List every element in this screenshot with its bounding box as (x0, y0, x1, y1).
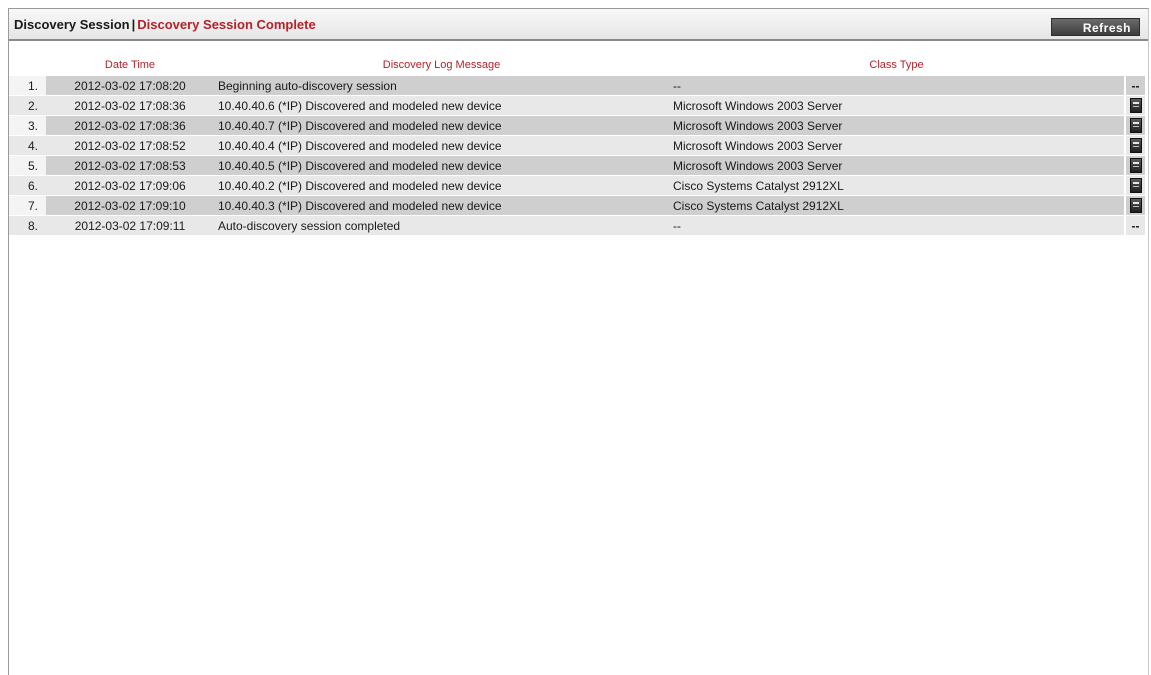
discovery-session-panel: Discovery Session | Discovery Session Comp… (8, 8, 1149, 675)
action-cell: -- (1126, 216, 1145, 235)
table-row: 1. 2012-03-02 17:08:20 Beginning auto-disc… (9, 76, 1148, 96)
page-title: Discovery Session | Discovery Session Comp… (14, 17, 316, 32)
device-properties-icon[interactable] (1129, 118, 1142, 133)
date-time-cell: 2012-03-02 17:08:52 (46, 136, 214, 155)
row-number: 4. (9, 136, 46, 155)
row-number: 3. (9, 116, 46, 135)
table-row: 2. 2012-03-02 17:08:36 10.40.40.6 (*IP) Di… (9, 96, 1148, 116)
action-cell (1126, 156, 1145, 175)
action-cell: -- (1126, 76, 1145, 95)
action-cell (1126, 196, 1145, 215)
class-type-cell: Microsoft Windows 2003 Server (669, 116, 1124, 135)
panel-header: Discovery Session | Discovery Session Comp… (9, 9, 1148, 41)
table-header: Date Time Discovery Log Message Class Ty… (9, 59, 1148, 73)
column-header-message[interactable]: Discovery Log Message (214, 59, 669, 71)
action-placeholder: -- (1131, 219, 1140, 233)
row-number: 8. (9, 216, 46, 235)
date-time-cell: 2012-03-02 17:08:20 (46, 76, 214, 95)
row-number: 5. (9, 156, 46, 175)
table-row: 6. 2012-03-02 17:09:06 10.40.40.2 (*IP) Di… (9, 176, 1148, 196)
session-status: Discovery Session Complete (137, 17, 316, 32)
date-time-cell: 2012-03-02 17:09:10 (46, 196, 214, 215)
class-type-cell: -- (669, 216, 1124, 235)
action-placeholder: -- (1131, 79, 1140, 93)
log-message-cell: 10.40.40.7 (*IP) Discovered and modeled … (214, 116, 669, 135)
class-type-cell: Cisco Systems Catalyst 2912XL (669, 176, 1124, 195)
action-cell (1126, 176, 1145, 195)
action-cell (1126, 136, 1145, 155)
log-message-cell: 10.40.40.6 (*IP) Discovered and modeled … (214, 96, 669, 115)
row-number: 6. (9, 176, 46, 195)
table-row: 7. 2012-03-02 17:09:10 10.40.40.3 (*IP) Di… (9, 196, 1148, 216)
device-properties-icon[interactable] (1129, 98, 1142, 113)
row-number: 1. (9, 76, 46, 95)
log-message-cell: 10.40.40.4 (*IP) Discovered and modeled … (214, 136, 669, 155)
log-message-cell: 10.40.40.5 (*IP) Discovered and modeled … (214, 156, 669, 175)
log-message-cell: Beginning auto-discovery session (214, 76, 669, 95)
log-message-cell: Auto-discovery session completed (214, 216, 669, 235)
class-type-cell: Microsoft Windows 2003 Server (669, 96, 1124, 115)
action-cell (1126, 96, 1145, 115)
table-row: 5. 2012-03-02 17:08:53 10.40.40.5 (*IP) Di… (9, 156, 1148, 176)
class-type-cell: Cisco Systems Catalyst 2912XL (669, 196, 1124, 215)
title-text: Discovery Session (14, 17, 130, 32)
class-type-cell: Microsoft Windows 2003 Server (669, 156, 1124, 175)
device-properties-icon[interactable] (1129, 138, 1142, 153)
log-message-cell: 10.40.40.2 (*IP) Discovered and modeled … (214, 176, 669, 195)
log-message-cell: 10.40.40.3 (*IP) Discovered and modeled … (214, 196, 669, 215)
action-cell (1126, 116, 1145, 135)
column-header-class-type[interactable]: Class Type (669, 59, 1124, 71)
row-number: 2. (9, 96, 46, 115)
refresh-button[interactable]: Refresh (1051, 18, 1140, 36)
device-properties-icon[interactable] (1129, 158, 1142, 173)
device-properties-icon[interactable] (1129, 198, 1142, 213)
date-time-cell: 2012-03-02 17:09:11 (46, 216, 214, 235)
column-header-date-time[interactable]: Date Time (46, 59, 214, 71)
table-row: 8. 2012-03-02 17:09:11 Auto-discovery sess… (9, 216, 1148, 236)
date-time-cell: 2012-03-02 17:09:06 (46, 176, 214, 195)
discovery-log-table: 1. 2012-03-02 17:08:20 Beginning auto-disc… (9, 76, 1148, 236)
date-time-cell: 2012-03-02 17:08:53 (46, 156, 214, 175)
table-row: 3. 2012-03-02 17:08:36 10.40.40.7 (*IP) Di… (9, 116, 1148, 136)
date-time-cell: 2012-03-02 17:08:36 (46, 96, 214, 115)
device-properties-icon[interactable] (1129, 178, 1142, 193)
table-row: 4. 2012-03-02 17:08:52 10.40.40.4 (*IP) Di… (9, 136, 1148, 156)
class-type-cell: -- (669, 76, 1124, 95)
class-type-cell: Microsoft Windows 2003 Server (669, 136, 1124, 155)
date-time-cell: 2012-03-02 17:08:36 (46, 116, 214, 135)
row-number: 7. (9, 196, 46, 215)
